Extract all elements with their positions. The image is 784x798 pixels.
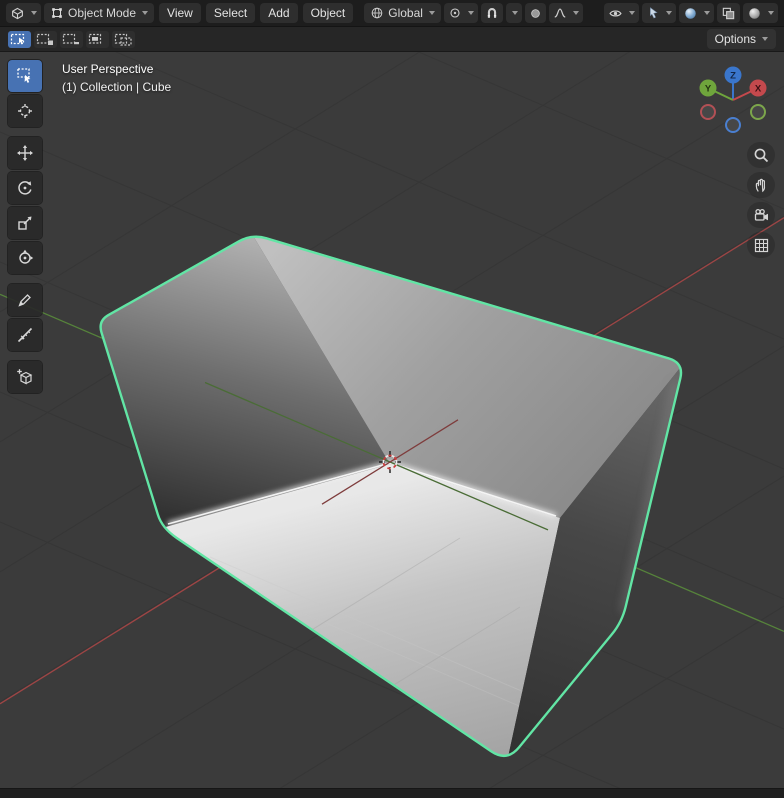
gizmos-button[interactable] bbox=[642, 3, 676, 23]
editor-type-icon bbox=[10, 6, 25, 21]
tool-move[interactable] bbox=[8, 137, 42, 169]
visibility-eye-icon bbox=[608, 6, 623, 21]
gizmo-neg-x-ball[interactable] bbox=[701, 105, 715, 119]
zoom-button[interactable] bbox=[747, 142, 775, 168]
zoom-icon bbox=[753, 147, 770, 164]
menu-add[interactable]: Add bbox=[260, 3, 297, 23]
overlays-button[interactable] bbox=[679, 3, 714, 23]
tool-cursor[interactable] bbox=[8, 95, 42, 127]
orientation-globe-icon bbox=[370, 6, 384, 20]
camera-view-icon bbox=[753, 207, 770, 224]
object-mode-icon bbox=[50, 6, 64, 20]
pan-icon bbox=[753, 177, 770, 194]
snap-settings-button[interactable] bbox=[506, 3, 522, 23]
viewport-shading-button[interactable] bbox=[743, 3, 778, 23]
chevron-down-icon bbox=[573, 11, 579, 15]
gizmos-arrow-icon bbox=[646, 6, 660, 20]
chevron-down-icon bbox=[704, 11, 710, 15]
tool-select-box[interactable] bbox=[8, 60, 42, 92]
mode-label: Object Mode bbox=[68, 6, 136, 20]
blender-window: Object Mode View Select Add Object Globa… bbox=[0, 0, 784, 798]
snap-toggle-button[interactable] bbox=[481, 3, 503, 23]
shading-sphere-icon bbox=[747, 6, 762, 21]
gizmo-neg-y-ball[interactable] bbox=[751, 105, 765, 119]
chevron-down-icon bbox=[31, 11, 37, 15]
tool-settings-bar: Options bbox=[0, 27, 784, 52]
mode-select-button[interactable]: Object Mode bbox=[44, 3, 154, 23]
menu-view[interactable]: View bbox=[159, 3, 201, 23]
xray-toggle-button[interactable] bbox=[717, 3, 740, 23]
chevron-down-icon bbox=[629, 11, 635, 15]
transform-orientation-button[interactable]: Global bbox=[364, 3, 441, 23]
select-mode-subtract[interactable] bbox=[60, 31, 83, 48]
viewport-header: Object Mode View Select Add Object Globa… bbox=[0, 0, 784, 27]
tool-rotate[interactable] bbox=[8, 172, 42, 204]
orientation-label: Global bbox=[388, 6, 423, 20]
snap-magnet-icon bbox=[485, 6, 499, 20]
falloff-curve-icon bbox=[553, 6, 567, 20]
editor-type-button[interactable] bbox=[6, 3, 41, 23]
options-dropdown[interactable]: Options bbox=[707, 29, 776, 49]
proportional-editing-toggle[interactable] bbox=[525, 3, 546, 23]
gizmo-x-label: X bbox=[755, 84, 762, 95]
gizmo-y-label: Y bbox=[705, 84, 712, 95]
select-mode-invert[interactable] bbox=[86, 31, 109, 48]
viewport-3d[interactable]: User Perspective (1) Collection | Cube bbox=[0, 52, 784, 788]
status-bar bbox=[0, 788, 784, 798]
chevron-down-icon bbox=[666, 11, 672, 15]
pivot-point-button[interactable] bbox=[444, 3, 478, 23]
chevron-down-icon bbox=[768, 11, 774, 15]
pivot-point-icon bbox=[448, 6, 462, 20]
viewport-canvas[interactable] bbox=[0, 52, 784, 788]
viewport-side-controls bbox=[747, 142, 775, 258]
gizmo-neg-z-ball[interactable] bbox=[726, 118, 740, 132]
select-mode-extend[interactable] bbox=[34, 31, 57, 48]
proportional-circle-icon bbox=[529, 7, 542, 20]
chevron-down-icon bbox=[429, 11, 435, 15]
xray-icon bbox=[721, 6, 736, 21]
pan-button[interactable] bbox=[747, 172, 775, 198]
tool-measure[interactable] bbox=[8, 319, 42, 351]
gizmo-z-label: Z bbox=[730, 71, 736, 82]
chevron-down-icon bbox=[512, 11, 518, 15]
toolbar bbox=[8, 60, 42, 396]
camera-view-button[interactable] bbox=[747, 202, 775, 228]
navigation-gizmo[interactable]: Z Y X bbox=[697, 64, 769, 136]
chevron-down-icon bbox=[762, 37, 768, 41]
tool-add-cube[interactable] bbox=[8, 361, 42, 393]
grid-toggle-button[interactable] bbox=[747, 232, 775, 258]
tool-transform[interactable] bbox=[8, 242, 42, 274]
options-label: Options bbox=[715, 32, 756, 46]
menu-select[interactable]: Select bbox=[206, 3, 255, 23]
overlays-sphere-icon bbox=[683, 6, 698, 21]
visibility-button[interactable] bbox=[604, 3, 639, 23]
tool-scale[interactable] bbox=[8, 207, 42, 239]
proportional-falloff-button[interactable] bbox=[549, 3, 583, 23]
menu-object[interactable]: Object bbox=[303, 3, 354, 23]
select-mode-intersect[interactable] bbox=[112, 31, 135, 48]
chevron-down-icon bbox=[142, 11, 148, 15]
grid-toggle-icon bbox=[753, 237, 770, 254]
select-mode-set[interactable] bbox=[8, 31, 31, 48]
tool-annotate[interactable] bbox=[8, 284, 42, 316]
chevron-down-icon bbox=[468, 11, 474, 15]
